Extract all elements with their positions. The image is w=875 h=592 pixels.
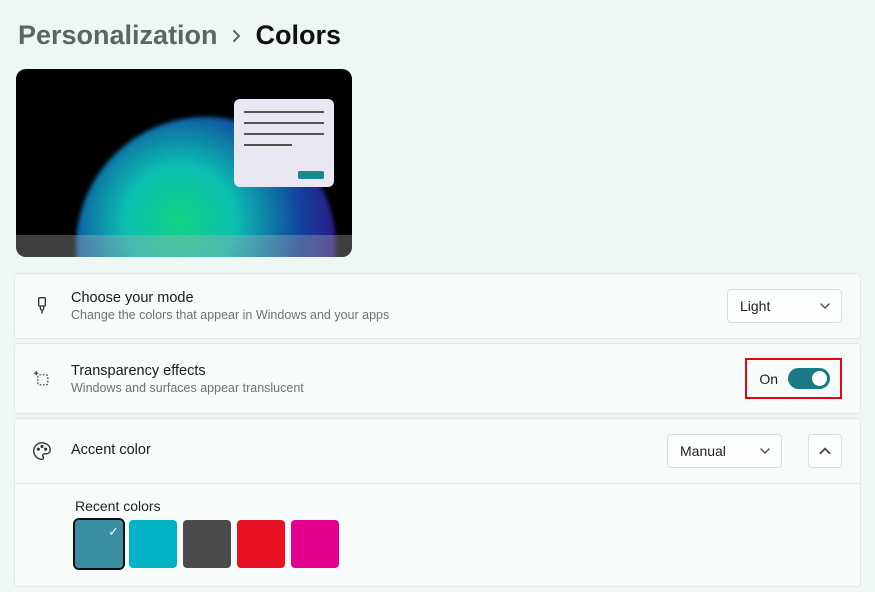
breadcrumb-current: Colors [256, 20, 342, 51]
palette-icon [31, 440, 53, 462]
brush-icon [31, 296, 53, 316]
check-icon: ✓ [108, 524, 119, 540]
color-swatch[interactable]: ✓ [75, 520, 123, 568]
recent-colors-swatches: ✓ [75, 520, 842, 568]
choose-mode-row: Choose your mode Change the colors that … [14, 273, 861, 339]
accent-color-body: Recent colors ✓ [14, 484, 861, 587]
preview-window [234, 99, 334, 187]
color-swatch[interactable] [237, 520, 285, 568]
desktop-preview [16, 69, 352, 257]
color-swatch[interactable] [129, 520, 177, 568]
choose-mode-title: Choose your mode [71, 290, 709, 306]
choose-mode-desc: Change the colors that appear in Windows… [71, 308, 709, 322]
transparency-title: Transparency effects [71, 363, 727, 379]
accent-collapse-button[interactable] [808, 434, 842, 468]
transparency-toggle[interactable] [788, 368, 830, 389]
transparency-row: Transparency effects Windows and surface… [14, 343, 861, 414]
chevron-up-icon [818, 444, 832, 458]
transparency-state-label: On [759, 371, 778, 387]
accent-mode-select[interactable]: Manual [667, 434, 782, 468]
breadcrumb-parent[interactable]: Personalization [18, 20, 218, 51]
color-swatch[interactable] [291, 520, 339, 568]
transparency-desc: Windows and surfaces appear translucent [71, 381, 727, 395]
accent-color-row: Accent color Manual [14, 418, 861, 484]
mode-select-value: Light [740, 298, 770, 314]
mode-select[interactable]: Light [727, 289, 842, 323]
accent-color-title: Accent color [71, 442, 649, 458]
sparkle-icon [31, 369, 53, 389]
transparency-highlight: On [745, 358, 842, 399]
chevron-right-icon [232, 29, 242, 43]
recent-colors-label: Recent colors [75, 498, 842, 514]
breadcrumb: Personalization Colors [18, 20, 861, 51]
chevron-down-icon [819, 300, 831, 312]
accent-mode-value: Manual [680, 443, 726, 459]
color-swatch[interactable] [183, 520, 231, 568]
chevron-down-icon [759, 445, 771, 457]
